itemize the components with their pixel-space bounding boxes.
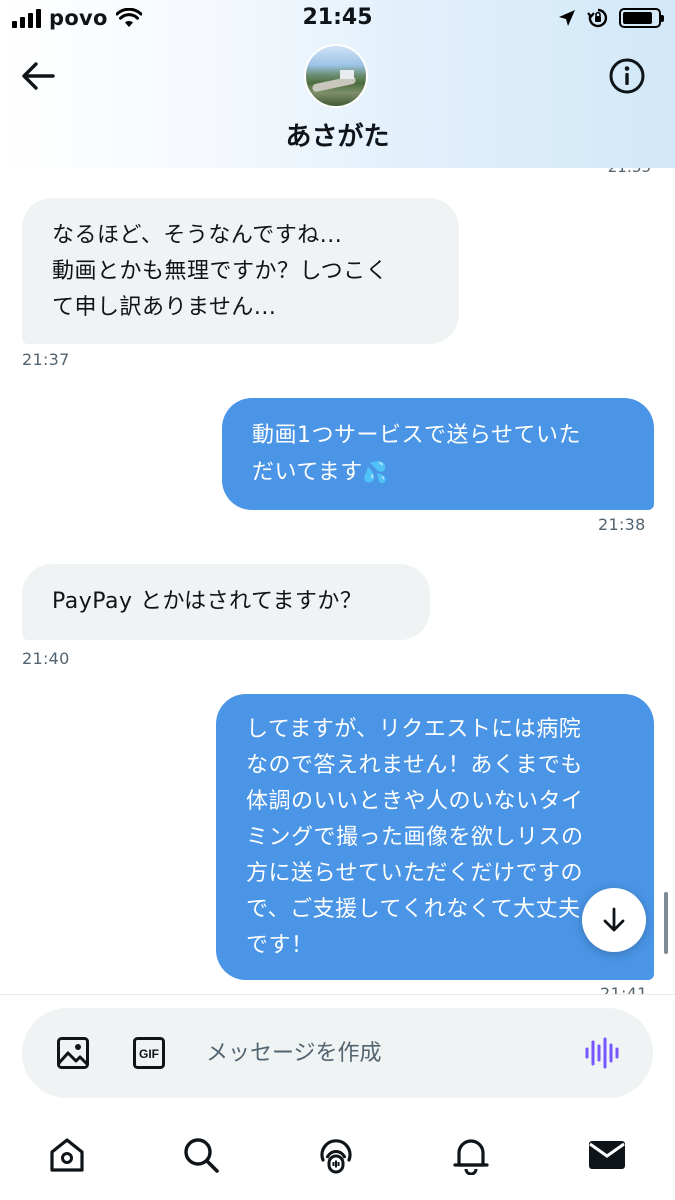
gif-icon: GIF — [133, 1037, 165, 1069]
incoming-message[interactable]: PayPay とかはされてますか？ — [22, 564, 430, 640]
audio-waveform-icon — [585, 1037, 619, 1069]
message-input[interactable] — [206, 1030, 566, 1076]
tab-spaces[interactable] — [313, 1132, 359, 1178]
incoming-message[interactable]: なるほど、そうなんですね... 動画とかも無理ですか？しつこく て申し訳ありませ… — [22, 198, 459, 344]
arrow-down-icon — [603, 907, 625, 932]
carrier-name: povo — [49, 6, 108, 30]
tab-messages[interactable] — [584, 1132, 630, 1178]
tab-home[interactable] — [44, 1132, 90, 1178]
message-timestamp: 21:38 — [598, 515, 646, 534]
outgoing-message[interactable]: 動画1つサービスで送らせていた だいてます💦 — [222, 398, 654, 510]
back-button[interactable] — [18, 56, 58, 96]
wifi-icon — [115, 8, 142, 27]
avatar[interactable] — [304, 44, 368, 108]
scrollbar[interactable] — [664, 892, 668, 954]
composer-divider — [0, 994, 675, 995]
tab-bar — [0, 1118, 675, 1200]
status-right — [557, 7, 664, 29]
add-gif-button[interactable]: GIF — [130, 1034, 168, 1072]
info-icon — [609, 58, 645, 94]
back-arrow-icon — [22, 62, 55, 90]
tab-notifications[interactable] — [448, 1132, 494, 1178]
sweat-drops-emoji: 💦 — [362, 460, 388, 484]
conversation-header: あさがた — [0, 36, 675, 168]
search-icon — [184, 1138, 219, 1173]
battery-fill — [623, 12, 652, 24]
notifications-icon — [453, 1139, 489, 1175]
location-arrow-icon — [559, 10, 575, 26]
voice-message-button[interactable] — [582, 1034, 622, 1072]
status-left: povo — [12, 6, 142, 30]
avatar-building-detail — [340, 70, 354, 79]
scroll-to-bottom-button[interactable] — [582, 888, 646, 952]
message-timestamp: 21:41 — [600, 984, 648, 994]
messages-icon — [589, 1141, 625, 1169]
add-image-button[interactable] — [54, 1034, 92, 1072]
gif-icon-label: GIF — [139, 1047, 159, 1061]
home-icon — [50, 1138, 84, 1172]
battery-icon — [619, 8, 664, 28]
tab-search[interactable] — [178, 1132, 224, 1178]
info-button[interactable] — [607, 56, 647, 96]
message-timestamp: 21:35 — [608, 168, 651, 176]
signal-icon — [12, 8, 41, 28]
image-icon — [57, 1037, 89, 1069]
contact-name[interactable]: あさがた — [0, 116, 675, 153]
message-timestamp: 21:40 — [22, 649, 70, 668]
message-composer: GIF — [22, 1008, 653, 1098]
orientation-lock-icon — [587, 8, 608, 28]
message-thread[interactable]: 21:35 なるほど、そうなんですね... 動画とかも無理ですか？しつこく て申… — [0, 168, 675, 994]
message-text: 動画1つサービスで送らせていた だいてます — [252, 423, 582, 485]
status-bar: povo 21:45 — [0, 0, 675, 36]
message-timestamp: 21:37 — [22, 350, 70, 369]
spaces-icon — [320, 1139, 352, 1174]
